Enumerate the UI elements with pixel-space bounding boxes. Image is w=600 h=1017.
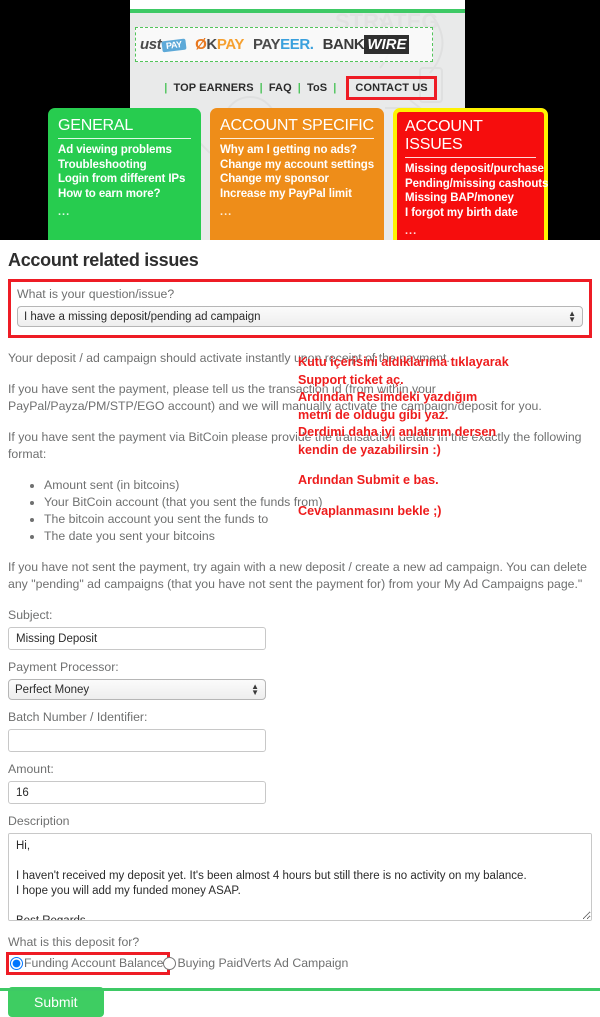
panel-account-specific-title: ACCOUNT SPECIFIC <box>220 117 374 139</box>
batch-number-input[interactable] <box>8 729 266 752</box>
nav-separator: | <box>333 82 337 94</box>
payment-processor-label: Payment Processor: <box>8 660 119 674</box>
radio-funding-account-balance[interactable] <box>10 957 23 970</box>
embedded-site-screenshot: STRATEG ust PAY ØKPAY PAYEER. BANK WIRE | … <box>0 0 600 240</box>
panel-account-specific-more[interactable]: ... <box>220 206 374 218</box>
panel-account-specific-list: Why am I getting no ads? Change my accou… <box>220 143 374 201</box>
subject-label: Subject: <box>8 608 53 622</box>
panel-account-issues-more[interactable]: ... <box>405 225 536 237</box>
panel-account-issues-list: Missing deposit/purchase Pending/missing… <box>405 162 548 221</box>
list-item[interactable]: Change my sponsor <box>220 172 374 187</box>
panel-general-list: Ad viewing problems Troubleshooting Logi… <box>58 143 191 201</box>
annotation-line-wait: Cevaplanmasını bekle ;) <box>298 503 442 518</box>
deposit-purpose-radio-group: Funding Account Balance Buying PaidVerts… <box>6 952 592 975</box>
okpay-logo: ØKPAY <box>195 36 244 53</box>
nav-item-contact-us[interactable]: CONTACT US <box>346 76 437 100</box>
annotation-line-submit: Ardından Submit e bas. <box>298 473 439 487</box>
list-item[interactable]: Troubleshooting <box>58 158 191 173</box>
panel-account-issues-title: ACCOUNT ISSUES <box>405 118 536 158</box>
amount-label: Amount: <box>8 762 54 776</box>
list-item[interactable]: Missing deposit/purchase <box>405 162 544 177</box>
list-item[interactable]: Pending/missing cashouts <box>405 177 548 192</box>
nav-separator: | <box>297 82 301 94</box>
site-navigation: | TOP EARNERS | FAQ | ToS | CONTACT US <box>130 73 465 103</box>
annotation-text: Kutu içerisini aldıklarıma tıklayarak Su… <box>298 354 598 520</box>
subject-input[interactable] <box>8 627 266 650</box>
nav-item-faq[interactable]: FAQ <box>269 82 292 94</box>
annotation-line: Support ticket aç. <box>298 372 404 387</box>
nav-separator: | <box>164 82 168 94</box>
description-textarea[interactable]: Hi, I haven't received my deposit yet. I… <box>8 833 592 921</box>
question-select-wrapper: I have a missing deposit/pending ad camp… <box>17 306 583 327</box>
list-item[interactable]: Increase my PayPal limit <box>220 187 374 202</box>
support-ticket-form: Subject: Payment Processor: Perfect Mone… <box>8 607 266 804</box>
amount-field-group: Amount: <box>8 761 266 804</box>
question-label: What is your question/issue? <box>17 287 175 301</box>
list-item: The date you sent your bitcoins <box>44 528 592 545</box>
nav-item-tos[interactable]: ToS <box>307 82 327 94</box>
bankwire-logo: BANK WIRE <box>323 35 410 54</box>
list-item[interactable]: Ad viewing problems <box>58 143 191 158</box>
submit-button[interactable]: Submit <box>8 987 104 1017</box>
radio-label-buying-paidverts-ad-campaign[interactable]: Buying PaidVerts Ad Campaign <box>177 955 348 972</box>
annotation-line: kendin de yazabilirsin :) <box>298 442 441 457</box>
annotation-line: Ardından Resimdeki yazdığım <box>298 390 478 404</box>
payeer-logo: PAYEER. <box>253 36 314 53</box>
paragraph-closing: If you have not sent the payment, try ag… <box>8 560 588 591</box>
trustpay-badge: PAY <box>161 38 187 52</box>
panel-general[interactable]: GENERAL Ad viewing problems Troubleshoot… <box>48 108 202 240</box>
deposit-purpose-label: What is this deposit for? <box>8 935 140 949</box>
description-label: Description <box>8 814 70 828</box>
subject-field-group: Subject: <box>8 607 266 650</box>
annotation-spacer <box>298 490 598 503</box>
list-item[interactable]: Missing BAP/money <box>405 191 536 206</box>
panel-general-title: GENERAL <box>58 117 192 139</box>
list-item[interactable]: Why am I getting no ads? <box>220 143 374 158</box>
payment-processor-select[interactable]: Perfect Money <box>8 679 266 700</box>
list-item[interactable]: How to earn more? <box>58 187 191 202</box>
panel-general-more[interactable]: ... <box>58 206 191 218</box>
nav-separator: | <box>259 82 263 94</box>
radio-highlight-box: Funding Account Balance <box>6 952 171 975</box>
list-item[interactable]: Login from different IPs <box>58 172 191 187</box>
radio-option-buying-ad-campaign: Buying PaidVerts Ad Campaign <box>163 955 348 972</box>
payment-processor-field-group: Payment Processor: Perfect Money ▲ ▼ <box>8 659 266 700</box>
annotation-line: Kutu içerisini aldıklarıma tıklayarak <box>298 355 509 369</box>
radio-buying-paidverts-ad-campaign[interactable] <box>163 957 177 970</box>
annotation-line: metni de olduğu gibi yaz. <box>298 407 449 422</box>
question-select[interactable]: I have a missing deposit/pending ad camp… <box>17 306 583 327</box>
list-item[interactable]: Change my account settings <box>220 158 374 173</box>
question-highlight-box: What is your question/issue? I have a mi… <box>8 279 592 338</box>
panel-account-issues[interactable]: ACCOUNT ISSUES Missing deposit/purchase … <box>393 108 548 240</box>
payment-processor-logo-row: ust PAY ØKPAY PAYEER. BANK WIRE <box>135 27 433 62</box>
list-item[interactable]: I forgot my birth date <box>405 206 536 221</box>
panel-account-specific[interactable]: ACCOUNT SPECIFIC Why am I getting no ads… <box>210 108 384 240</box>
trustpay-logo: ust PAY <box>140 37 187 52</box>
faq-category-panels: GENERAL Ad viewing problems Troubleshoot… <box>48 108 548 240</box>
batch-number-label: Batch Number / Identifier: <box>8 710 148 724</box>
batch-number-field-group: Batch Number / Identifier: <box>8 709 266 752</box>
page-title: Account related issues <box>8 250 199 270</box>
annotation-spacer <box>298 459 598 472</box>
amount-input[interactable] <box>8 781 266 804</box>
radio-label-funding-account-balance[interactable]: Funding Account Balance <box>24 955 163 972</box>
nav-item-top-earners[interactable]: TOP EARNERS <box>173 82 253 94</box>
payment-processor-select-wrapper: Perfect Money ▲ ▼ <box>8 679 266 700</box>
annotation-line: Derdimi daha iyi anlatırım dersen <box>298 425 497 439</box>
